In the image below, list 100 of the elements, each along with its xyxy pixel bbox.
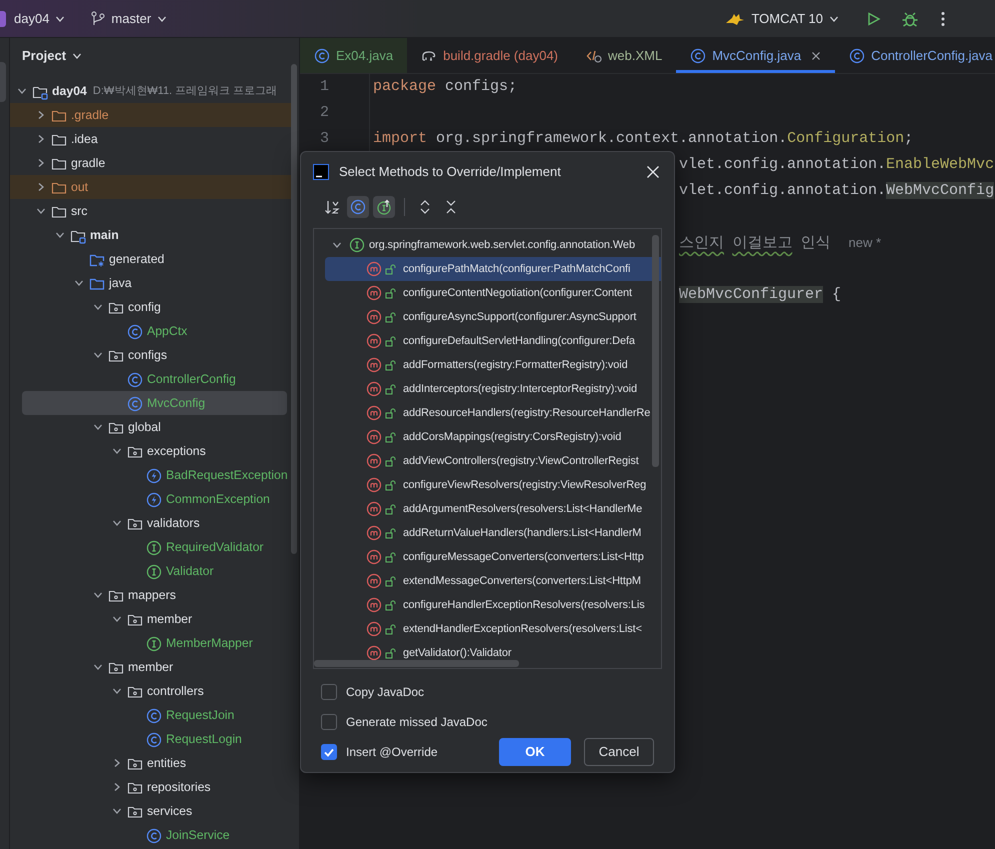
excluded-tree-row[interactable]: out xyxy=(10,175,294,199)
chevron-down-icon xyxy=(93,590,103,600)
filter-toggle-button[interactable] xyxy=(347,196,369,218)
editor-tab[interactable]: build.gradle (day04) xyxy=(407,38,572,73)
editor-tab[interactable]: ControllerConfig.java xyxy=(835,38,995,73)
tree-row[interactable]: MemberMapper xyxy=(10,631,299,655)
tree-label: RequiredValidator xyxy=(166,538,264,556)
tree-row[interactable]: mappers xyxy=(10,583,299,607)
tree-label: member xyxy=(147,610,192,628)
tree-row[interactable]: src xyxy=(10,199,299,223)
tool-window-title[interactable]: Project xyxy=(22,46,82,66)
class-icon xyxy=(314,48,330,64)
ok-button[interactable]: OK xyxy=(499,738,571,766)
tree-row[interactable]: generated xyxy=(10,247,299,271)
method-row[interactable]: configureAsyncSupport(configurer:AsyncSupport xyxy=(314,305,661,329)
tree-row[interactable]: global xyxy=(10,415,299,439)
method-row[interactable]: addArgumentResolvers(resolvers:List<HandlerMe xyxy=(314,497,661,521)
tree-label: entities xyxy=(147,754,186,772)
editor-tab[interactable]: MvcConfig.java xyxy=(676,38,836,73)
method-row[interactable]: addViewControllers(registry:ViewControllerRegist xyxy=(314,449,661,473)
tree-row[interactable]: controllers xyxy=(10,679,299,703)
filter-toggle-button[interactable] xyxy=(373,196,395,218)
tree-row[interactable]: .idea xyxy=(10,127,299,151)
tree-row[interactable]: gradle xyxy=(10,151,299,175)
class-icon xyxy=(127,372,143,388)
tree-row[interactable]: configs xyxy=(10,343,299,367)
tree-row[interactable]: CommonException xyxy=(10,487,299,511)
unlock-icon xyxy=(385,311,397,323)
project-dropdown[interactable]: day04 xyxy=(8,8,72,28)
method-row[interactable]: addInterceptors(registry:InterceptorRegistry):void xyxy=(314,377,661,401)
method-row[interactable]: addFormatters(registry:FormatterRegistry):void xyxy=(314,353,661,377)
tree-row[interactable]: AppCtx xyxy=(10,319,299,343)
tree-row[interactable]: RequestJoin xyxy=(10,703,299,727)
scrollbar[interactable] xyxy=(291,64,297,554)
method-row[interactable]: addCorsMappings(registry:CorsRegistry):void xyxy=(314,425,661,449)
run-configuration-selector[interactable]: TOMCAT 10 xyxy=(719,8,845,28)
method-row[interactable]: addResourceHandlers(registry:ResourceHandlerRe xyxy=(314,401,661,425)
method-row[interactable]: configureDefaultServletHandling(configurer:Defa xyxy=(314,329,661,353)
method-row[interactable]: configureMessageConverters(converters:List<Http xyxy=(314,545,661,569)
tree-row[interactable]: java xyxy=(10,271,299,295)
tree-row[interactable]: member xyxy=(10,607,299,631)
tree-row[interactable]: day04 D:₩박세현₩11. 프레임워크 프로그래 xyxy=(10,79,299,103)
chevron-down-icon xyxy=(36,206,46,216)
unlock-icon xyxy=(385,263,397,275)
chevron-down-icon xyxy=(74,278,84,288)
tree-label: AppCtx xyxy=(147,322,188,340)
caret-icon xyxy=(72,51,82,61)
checkbox[interactable] xyxy=(321,744,337,760)
tree-row[interactable]: config xyxy=(10,295,299,319)
code-line: import org.springframework.context.annotation.Configuration; xyxy=(373,130,914,147)
interface-icon xyxy=(146,540,162,556)
method-row[interactable]: addReturnValueHandlers(handlers:List<HandlerM xyxy=(314,521,661,545)
tree-row[interactable]: exceptions xyxy=(10,439,299,463)
close-icon[interactable] xyxy=(811,50,822,60)
chevron-right-icon xyxy=(36,134,46,144)
editor-tab[interactable]: web.XML xyxy=(572,38,676,73)
method-row[interactable]: extendMessageConverters(converters:List<HttpM xyxy=(314,569,661,593)
method-icon xyxy=(366,261,382,277)
excluded-tree-row[interactable]: .gradle xyxy=(10,103,294,127)
class-icon xyxy=(127,396,143,412)
tree-row[interactable]: RequestLogin xyxy=(10,727,299,751)
tree-row[interactable]: RequiredValidator xyxy=(10,535,299,559)
method-row[interactable]: configureViewResolvers(registry:ViewResolverReg xyxy=(314,473,661,497)
scrollbar[interactable] xyxy=(652,235,659,467)
tree-row[interactable]: ControllerConfig xyxy=(10,367,299,391)
unlock-icon xyxy=(385,287,397,299)
branch-selector[interactable]: master xyxy=(85,8,174,28)
method-icon xyxy=(366,477,382,493)
unlock-icon xyxy=(385,359,397,371)
method-row[interactable]: extendHandlerExceptionResolvers(resolvers:List< xyxy=(314,617,661,641)
cancel-button[interactable]: Cancel xyxy=(584,738,654,766)
method-row[interactable]: getValidator():Validator xyxy=(314,641,661,665)
tree-row[interactable]: entities xyxy=(10,751,299,775)
tree-row[interactable]: services xyxy=(10,799,299,823)
tree-row[interactable]: BadRequestException xyxy=(10,463,299,487)
unlock-icon xyxy=(385,623,397,635)
scrollbar[interactable] xyxy=(314,660,519,667)
method-row[interactable]: configurePathMatch(configurer:PathMatchConfi xyxy=(325,257,661,281)
method-icon xyxy=(366,333,382,349)
tree-row[interactable]: main xyxy=(10,223,299,247)
checkbox[interactable] xyxy=(321,714,337,730)
tree-label: JoinService xyxy=(166,826,230,844)
tree-row[interactable]: Validator xyxy=(10,559,299,583)
group-row[interactable]: org.springframework.web.servlet.config.annotation.Web xyxy=(314,233,661,257)
method-row[interactable]: configureContentNegotiation(configurer:Content xyxy=(314,281,661,305)
tree-row[interactable]: JoinService xyxy=(10,823,299,847)
tree-row[interactable]: member xyxy=(10,655,299,679)
checkbox[interactable] xyxy=(321,684,337,700)
close-icon xyxy=(646,165,660,179)
selected-tree-row[interactable]: MvcConfig xyxy=(22,391,287,415)
chevron-down-icon xyxy=(112,614,122,624)
editor-tab[interactable]: Ex04.java xyxy=(300,38,408,73)
method-row[interactable]: configureHandlerExceptionResolvers(resolvers:Lis xyxy=(314,593,661,617)
tree-label: day04 xyxy=(52,82,87,100)
check-icon xyxy=(323,746,335,758)
tree-label: .idea xyxy=(71,130,98,148)
line-number: 3 xyxy=(320,130,330,147)
tree-row[interactable]: repositories xyxy=(10,775,299,799)
lightning-icon xyxy=(146,468,162,484)
tree-row[interactable]: validators xyxy=(10,511,299,535)
